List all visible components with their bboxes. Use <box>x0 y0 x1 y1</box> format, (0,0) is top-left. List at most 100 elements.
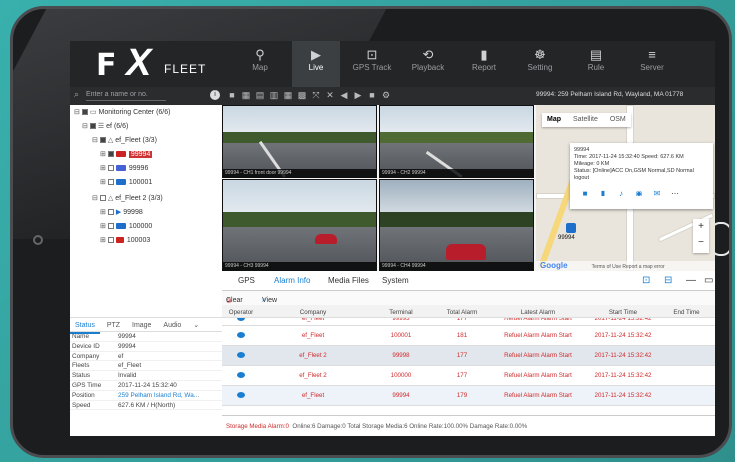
info-icon[interactable]: i <box>210 90 220 100</box>
checkbox[interactable] <box>107 237 114 244</box>
message-icon[interactable]: ✉ <box>648 189 666 196</box>
audio-icon[interactable]: ♪ <box>612 189 630 196</box>
video-icon[interactable]: ■ <box>576 189 594 196</box>
status-bar: Storage Media Alarm:0 Online:6 Damage:0 … <box>222 415 715 436</box>
play-all-icon[interactable]: ▶ <box>352 90 364 102</box>
logo-letter: F <box>96 48 117 83</box>
expand-icon[interactable]: ⊟ <box>82 121 88 133</box>
operator-icon[interactable] <box>222 318 260 323</box>
table-row[interactable]: ef_Fleet 99994 179 Refuel Alarm Alarm Start… <box>222 386 715 406</box>
nav-playback[interactable]: ⟲ Playback <box>404 41 452 87</box>
tab-alarm-info[interactable]: Alarm Info <box>274 276 310 285</box>
tree-root[interactable]: ⊟ ▭ Monitoring Center (6/6) <box>74 107 170 119</box>
expand-icon[interactable]: ⊞ <box>100 177 106 189</box>
operator-icon[interactable] <box>222 352 260 360</box>
map-terms[interactable]: Terms of Use Report a map error <box>592 264 665 270</box>
checkbox[interactable] <box>107 209 114 216</box>
checkbox[interactable] <box>107 179 114 186</box>
nav-gps-track[interactable]: ⊡ GPS Track <box>348 41 396 87</box>
map-panel[interactable]: Map Satellite OSM 99994 Time: 2017-11-24… <box>536 105 715 271</box>
zoom-in-button[interactable]: + <box>693 219 709 235</box>
checkbox[interactable] <box>99 137 106 144</box>
layout-9-icon[interactable]: ▦ <box>282 90 294 102</box>
video-channel-4[interactable]: 99994 - CH4 99994 <box>379 179 534 271</box>
settings-icon[interactable]: ⚙ <box>380 90 392 102</box>
checkbox[interactable] <box>81 109 88 116</box>
map-tab-map[interactable]: Map <box>542 113 566 126</box>
fullscreen-icon[interactable]: ⤧ <box>310 90 322 102</box>
map-tab-osm[interactable]: OSM <box>605 113 631 126</box>
video-channel-2[interactable]: 99994 - CH2 99994 <box>379 105 534 178</box>
nav-rule[interactable]: ▤ Rule <box>572 41 620 87</box>
search-box[interactable]: ⌕ Enter a name or no. i <box>74 89 220 102</box>
nav-server[interactable]: ≡ Server <box>628 41 676 87</box>
tree-fleet-2[interactable]: ⊟ △ ef_Fleet 2 (3/3) <box>92 193 163 205</box>
table-row[interactable]: ef_Fleet 100001 181 Refuel Alarm Alarm Star… <box>222 326 715 346</box>
cell-latest: Refuel Alarm Alarm Start <box>504 372 572 379</box>
maximize-icon[interactable]: ▭ <box>704 275 713 286</box>
checkbox[interactable] <box>107 165 114 172</box>
layout-8-icon[interactable]: ▥ <box>268 90 280 102</box>
expand-icon[interactable]: ⊞ <box>100 163 106 175</box>
layout-4-icon[interactable]: ▦ <box>240 90 252 102</box>
nav-live[interactable]: ▶ Live <box>292 41 340 87</box>
lock-icon[interactable]: ⊡ <box>642 275 650 286</box>
status-value[interactable]: 259 Pelham Island Rd, Wa... <box>118 392 199 399</box>
expand-icon[interactable]: ⊟ <box>74 107 80 119</box>
table-row[interactable]: ef_Fleet 2 99998 177 Refuel Alarm Alarm Sta… <box>222 346 715 366</box>
zoom-out-button[interactable]: − <box>693 235 709 251</box>
nav-setting[interactable]: ☸ Setting <box>516 41 564 87</box>
stop-all-icon[interactable]: ■ <box>366 90 378 102</box>
expand-icon[interactable]: ⊞ <box>100 235 106 247</box>
minimize-icon[interactable]: — <box>686 275 696 286</box>
checkbox[interactable] <box>99 195 106 202</box>
layout-6-icon[interactable]: ▤ <box>254 90 266 102</box>
tree-fleet-1[interactable]: ⊟ △ ef_Fleet (3/3) <box>92 135 157 147</box>
tree-group[interactable]: ⊟ ☰ ef (6/6) <box>82 121 128 133</box>
tab-system[interactable]: System <box>382 276 409 285</box>
table-row[interactable]: ef_Fleet 99993 177 Refuel Alarm Alarm Start… <box>222 318 715 326</box>
operator-icon[interactable] <box>222 332 260 340</box>
layout-16-icon[interactable]: ▩ <box>296 90 308 102</box>
layout-1-icon[interactable]: ■ <box>226 90 238 102</box>
checkbox[interactable] <box>89 123 96 130</box>
track-icon: ⊡ <box>366 47 378 62</box>
map-tab-satellite[interactable]: Satellite <box>568 113 603 126</box>
expand-icon[interactable]: ⊞ <box>100 149 106 161</box>
checkbox[interactable] <box>107 151 114 158</box>
nav-report[interactable]: ▮ Report <box>460 41 508 87</box>
video-channel-1[interactable]: 99994 - CH1 front door 99994 <box>222 105 377 178</box>
tree-device[interactable]: ⊞ ▶ 99998 <box>100 207 143 219</box>
operator-icon[interactable] <box>222 372 260 380</box>
tree-device[interactable]: ⊞ 99996 <box>100 163 148 175</box>
status-value: ef_Fleet <box>118 362 142 370</box>
expand-icon[interactable]: ⊞ <box>100 221 106 233</box>
tab-media-files[interactable]: Media Files <box>328 276 369 285</box>
tree-device[interactable]: ⊞ 99994 <box>100 149 153 161</box>
expand-icon[interactable]: ⊟ <box>92 193 98 205</box>
close-all-icon[interactable]: ✕ <box>324 90 336 102</box>
nav-map[interactable]: ⚲ Map <box>236 41 284 87</box>
table-row[interactable]: ef_Fleet 2 100000 177 Refuel Alarm Alarm St… <box>222 366 715 386</box>
tree-device[interactable]: ⊞ 100003 <box>100 235 150 247</box>
tree-device[interactable]: ⊞ 100001 <box>100 177 152 189</box>
more-icon[interactable]: ⋯ <box>666 189 684 196</box>
vehicle-icon: ▶ <box>115 209 122 216</box>
tab-audio[interactable]: Audio <box>158 319 186 332</box>
tab-ptz[interactable]: PTZ <box>102 319 125 332</box>
phone-icon[interactable]: ▮ <box>594 189 612 196</box>
operator-icon[interactable] <box>222 392 260 400</box>
volume-icon[interactable]: ◀ <box>338 90 350 102</box>
camera-icon[interactable]: ◉ <box>630 189 648 196</box>
tree-device[interactable]: ⊞ 100000 <box>100 221 152 233</box>
vehicle-marker-icon[interactable] <box>566 223 576 233</box>
tab-image[interactable]: Image <box>127 319 156 332</box>
checkbox[interactable] <box>107 223 114 230</box>
video-channel-3[interactable]: 99994 - CH3 99994 <box>222 179 377 271</box>
tab-gps[interactable]: GPS <box>238 276 255 285</box>
expand-icon[interactable]: ⊟ <box>92 135 98 147</box>
search-input[interactable]: Enter a name or no. <box>86 91 166 101</box>
expand-icon[interactable]: ⊞ <box>100 207 106 219</box>
chevron-down-icon[interactable]: ⌄ <box>188 318 204 332</box>
unlock-icon[interactable]: ⊟ <box>664 275 672 286</box>
